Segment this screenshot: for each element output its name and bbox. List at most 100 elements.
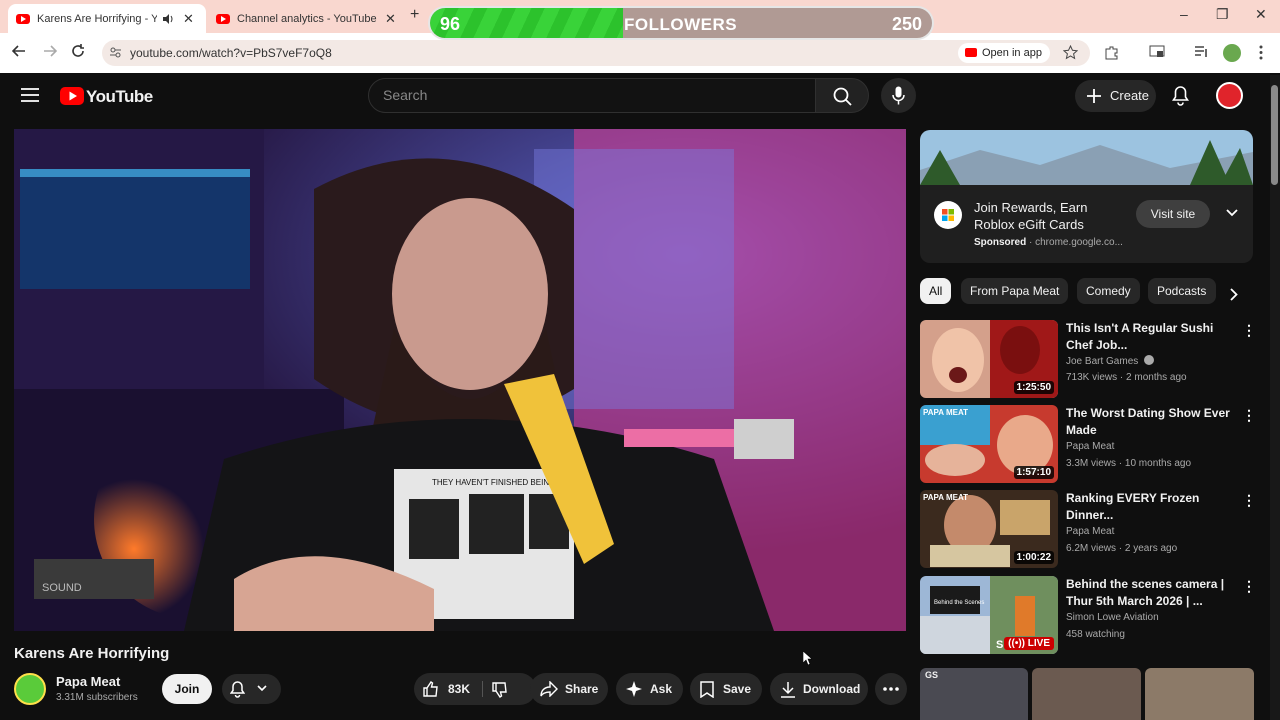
forward-icon[interactable] (43, 44, 57, 58)
share-button[interactable]: Share (530, 673, 608, 705)
chip-podcasts[interactable]: Podcasts (1148, 278, 1216, 304)
video-title[interactable]: Behind the scenes camera | Thur 5th Marc… (1066, 576, 1232, 610)
box-label-text: SOUND (42, 582, 82, 594)
more-actions-button[interactable] (875, 673, 907, 705)
video-title[interactable]: Ranking EVERY Frozen Dinner... (1066, 490, 1232, 524)
chevron-right-icon[interactable] (1230, 288, 1238, 301)
maximize-button[interactable]: ❐ (1216, 6, 1229, 23)
video-player[interactable]: THEY HAVEN'T FINISHED BEING ALIVE SOUND (14, 129, 906, 631)
profile-avatar-icon[interactable] (1223, 44, 1241, 62)
create-label: Create (1110, 88, 1150, 103)
shorts-thumbnail[interactable] (1145, 668, 1254, 720)
subscriber-count: 3.31M subscribers (56, 692, 138, 703)
followers-current: 96 (440, 14, 461, 34)
shorts-thumbnail[interactable]: GS (920, 668, 1028, 720)
papa-meat-logo-text: PAPA MEAT (923, 408, 968, 417)
channel-name[interactable]: Papa Meat (1066, 526, 1114, 537)
microphone-icon (892, 86, 905, 105)
like-divider (482, 681, 483, 697)
recommended-video-item[interactable]: PAPA MEAT 1:00:22 Ranking EVERY Frozen D… (920, 490, 1260, 570)
browser-menu-icon[interactable] (1258, 45, 1264, 60)
download-label: Download (803, 682, 861, 696)
site-settings-icon[interactable] (109, 46, 122, 59)
recommended-video-item[interactable]: PAPA MEAT 1:57:10 The Worst Dating Show … (920, 405, 1260, 485)
chip-from-papa-meat[interactable]: From Papa Meat (961, 278, 1069, 304)
tab-channel-analytics[interactable]: Channel analytics - YouTube Studio ✕ (208, 4, 404, 33)
recommended-video-item[interactable]: 1:25:50 This Isn't A Regular Sushi Chef … (920, 320, 1260, 400)
dislike-icon[interactable] (492, 682, 508, 698)
search-input[interactable]: Search (368, 78, 816, 113)
youtube-logo-text[interactable]: YouTube (86, 87, 153, 107)
video-title[interactable]: This Isn't A Regular Sushi Chef Job... (1066, 320, 1232, 354)
scrollbar-thumb[interactable] (1271, 85, 1278, 185)
search-button[interactable] (815, 78, 869, 113)
sponsored-ad-card[interactable]: Join Rewards, Earn Roblox eGift Cards Sp… (920, 130, 1253, 263)
reload-icon[interactable] (71, 44, 85, 58)
like-dislike-group: 83K (414, 673, 536, 705)
tab-close-icon[interactable]: ✕ (385, 11, 396, 27)
channel-name[interactable]: Simon Lowe Aviation (1066, 612, 1159, 623)
video-thumbnail[interactable]: PAPA MEAT 1:57:10 (920, 405, 1058, 483)
save-button[interactable]: Save (690, 673, 762, 705)
right-edge-badge-text: S (996, 639, 1003, 651)
bookmark-star-icon[interactable] (1063, 45, 1078, 60)
video-duration: 1:00:22 (1013, 551, 1054, 564)
download-button[interactable]: Download (770, 673, 868, 705)
hamburger-menu-icon[interactable] (21, 88, 39, 102)
visit-site-button[interactable]: Visit site (1136, 200, 1210, 228)
search-icon (833, 87, 852, 106)
video-frame: THEY HAVEN'T FINISHED BEING ALIVE SOUND (14, 129, 906, 631)
cast-media-icon[interactable] (1149, 45, 1165, 59)
create-button[interactable]: Create (1075, 80, 1156, 112)
video-options-icon[interactable]: ⋮ (1242, 578, 1256, 595)
video-meta: 3.3M views · 10 months ago (1066, 458, 1192, 469)
share-label: Share (565, 682, 599, 696)
video-duration: 1:25:50 (1013, 381, 1054, 394)
video-options-icon[interactable]: ⋮ (1242, 322, 1256, 339)
chip-comedy[interactable]: Comedy (1077, 278, 1140, 304)
video-title[interactable]: The Worst Dating Show Ever Made (1066, 405, 1232, 439)
video-thumbnail[interactable]: 1:25:50 (920, 320, 1058, 398)
channel-avatar[interactable] (14, 673, 46, 705)
video-thumbnail[interactable]: Behind the Scenes S ((•)) LIVE (920, 576, 1058, 654)
url-text[interactable]: youtube.com/watch?v=PbS7veF7oQ8 (130, 46, 332, 60)
video-title: Karens Are Horrifying (14, 645, 170, 662)
reading-list-icon[interactable] (1194, 45, 1209, 59)
speaker-icon[interactable] (163, 13, 175, 24)
new-tab-button[interactable]: + (410, 6, 419, 24)
youtube-logo-icon[interactable] (60, 87, 84, 105)
extensions-icon[interactable] (1104, 45, 1119, 60)
video-options-icon[interactable]: ⋮ (1242, 492, 1256, 509)
plus-icon (1086, 88, 1102, 104)
channel-name[interactable]: Papa Meat (1066, 441, 1114, 452)
tab-title: Channel analytics - YouTube Studio (237, 12, 377, 25)
video-options-icon[interactable]: ⋮ (1242, 407, 1256, 424)
back-icon[interactable] (12, 44, 26, 58)
ask-label: Ask (650, 682, 673, 696)
chip-all[interactable]: All (920, 278, 952, 304)
live-label: LIVE (1027, 638, 1050, 649)
tab-karens[interactable]: Karens Are Horrifying - YouTube ✕ (8, 4, 206, 33)
minimize-button[interactable]: – (1180, 6, 1188, 22)
channel-name[interactable]: Joe Bart Games (1066, 355, 1155, 367)
close-window-button[interactable]: ✕ (1255, 6, 1267, 23)
followers-goal-bar: 96 FOLLOWERS 250 (428, 6, 934, 40)
join-button[interactable]: Join (162, 674, 212, 704)
expand-ad-chevron-icon[interactable] (1226, 209, 1238, 217)
shorts-thumbnail[interactable] (1032, 668, 1141, 720)
like-count[interactable]: 83K (448, 673, 470, 705)
ad-title[interactable]: Join Rewards, Earn Roblox eGift Cards (974, 199, 1124, 233)
video-thumbnail[interactable]: PAPA MEAT 1:00:22 (920, 490, 1058, 568)
like-icon[interactable] (423, 681, 439, 697)
followers-goal: 250 (891, 14, 922, 34)
account-avatar[interactable] (1216, 82, 1243, 109)
open-in-app-button[interactable]: Open in app (958, 43, 1050, 63)
channel-name[interactable]: Papa Meat (56, 674, 120, 689)
tab-close-icon[interactable]: ✕ (183, 11, 194, 27)
notifications-bell-icon[interactable] (1172, 86, 1189, 106)
ad-banner-image (920, 130, 1253, 185)
recommended-video-item[interactable]: Behind the Scenes S ((•)) LIVE Behind th… (920, 576, 1260, 656)
voice-search-button[interactable] (881, 78, 916, 113)
subscription-bell-button[interactable] (222, 674, 281, 704)
ask-button[interactable]: Ask (616, 673, 683, 705)
